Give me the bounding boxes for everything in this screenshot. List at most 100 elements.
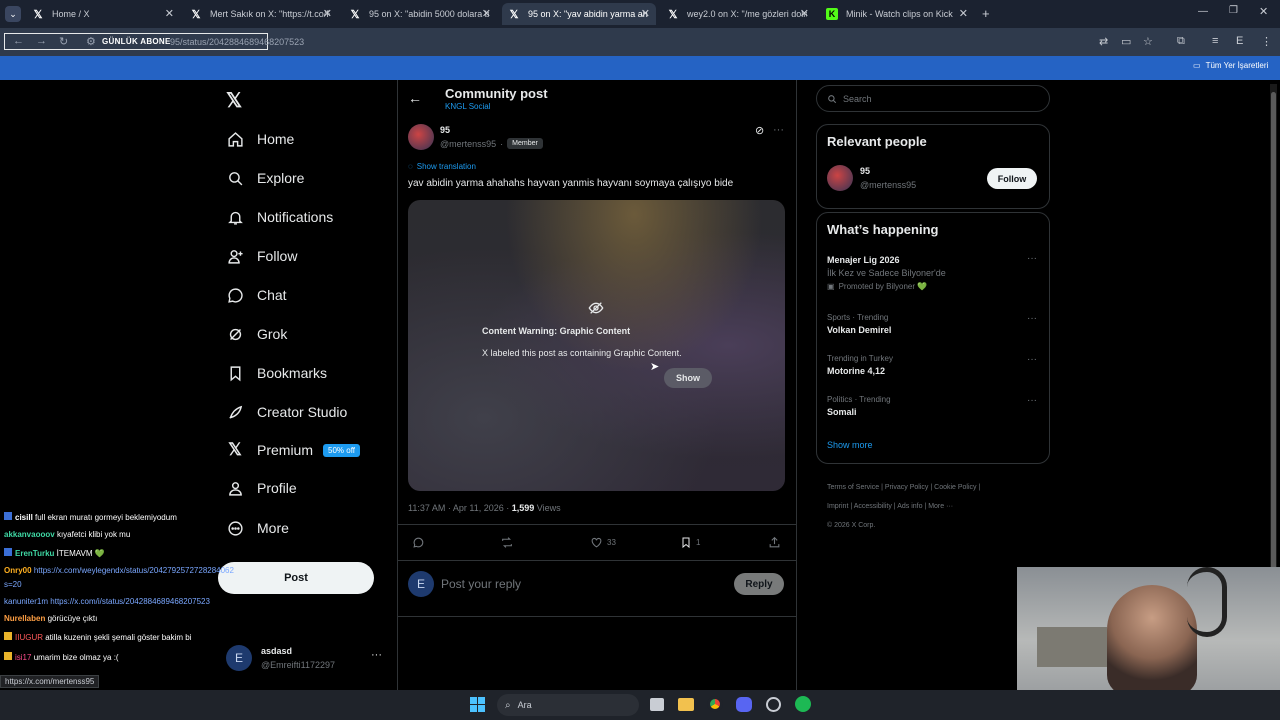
back-icon[interactable]: ← (13, 35, 24, 47)
more-icon[interactable]: ··· (773, 124, 784, 136)
person-name[interactable]: 95 (860, 166, 870, 176)
more-icon[interactable]: ··· (1027, 253, 1037, 264)
all-bookmarks[interactable]: ▭ Tüm Yer İşaretleri (1193, 61, 1268, 70)
footer-link[interactable]: Privacy Policy (885, 484, 929, 491)
more-icon[interactable]: ··· (1027, 313, 1037, 324)
close-icon[interactable]: ✕ (165, 7, 174, 20)
author-name[interactable]: 95 (440, 125, 450, 135)
reply-input[interactable]: Post your reply (441, 577, 521, 591)
back-arrow-icon[interactable]: ← (408, 90, 422, 106)
trend-item[interactable]: Trending in Turkey Motorine 4,12 (827, 354, 893, 376)
tab-search-button[interactable]: ⌄ (5, 6, 21, 22)
url-text[interactable]: 95/status/2042884689468207523 (170, 37, 304, 47)
chat-user: kanuniter1m (4, 597, 49, 606)
chat-message: isi17 umarim bize olmaz ya :( (4, 652, 119, 662)
section-title: What’s happening (827, 222, 939, 237)
spotify-icon[interactable] (795, 696, 811, 712)
browser-tab[interactable]: 𝕏 Mert Sakık on X: "https://t.co/R ✕ (184, 3, 338, 25)
reload-icon[interactable]: ↻ (59, 35, 68, 48)
forward-icon[interactable]: → (36, 35, 47, 47)
nav-profile[interactable]: Profile (226, 476, 297, 500)
new-tab-icon[interactable]: + (982, 6, 990, 21)
grok-icon[interactable]: ⊘ (755, 124, 764, 137)
trend-item[interactable]: Politics · Trending Somali (827, 395, 891, 417)
more-icon[interactable]: ··· (1027, 395, 1037, 406)
reply-button[interactable]: Reply (734, 573, 784, 595)
browser-tab[interactable]: 𝕏 95 on X: "abidin 5000 dolara ba ✕ (343, 3, 497, 25)
author-handle[interactable]: @mertenss95 (440, 139, 496, 149)
bookmark-action[interactable]: 1 (680, 536, 700, 549)
footer-link[interactable]: Terms of Service (827, 484, 879, 491)
stream-overlay-label: GÜNLÜK ABONE (102, 37, 171, 46)
profile-icon[interactable]: E (1236, 35, 1243, 47)
post-button[interactable]: Post (218, 562, 374, 594)
nav-follow[interactable]: Follow (226, 244, 297, 268)
community-name[interactable]: KNGL Social (445, 102, 491, 111)
nav-more[interactable]: More (226, 516, 289, 540)
like-action[interactable]: 33 (590, 536, 616, 549)
file-explorer-icon[interactable] (678, 698, 694, 711)
maximize-icon[interactable]: ❐ (1229, 5, 1238, 16)
nav-bookmarks[interactable]: Bookmarks (226, 361, 327, 385)
nav-chat[interactable]: Chat (226, 283, 287, 307)
nav-notifications[interactable]: Notifications (226, 205, 333, 229)
show-media-button[interactable]: Show (664, 368, 712, 388)
reply-action[interactable] (412, 536, 425, 554)
close-icon[interactable]: ✕ (482, 7, 491, 20)
task-view-icon[interactable] (650, 698, 664, 711)
more-icon[interactable]: ··· (371, 649, 382, 661)
trend-item[interactable]: Sports · Trending Volkan Demirel (827, 313, 891, 335)
x-logo-icon[interactable]: 𝕏 (226, 88, 242, 113)
trend-title: Menajer Lig 2026 (827, 255, 900, 265)
show-more-link[interactable]: Show more (827, 440, 873, 450)
footer-link[interactable]: Accessibility (854, 503, 892, 510)
browser-tab[interactable]: 𝕏 Home / X ✕ (26, 3, 180, 25)
extensions-icon[interactable]: ⧉ (1177, 35, 1185, 48)
promoted-trend[interactable]: Menajer Lig 2026 İlk Kez ve Sadece Bilyo… (827, 255, 1039, 291)
author-avatar[interactable] (408, 124, 434, 150)
close-icon[interactable]: ✕ (800, 7, 809, 20)
footer-link[interactable]: Cookie Policy (934, 484, 976, 491)
browser-tab[interactable]: K Minik - Watch clips on Kick ✕ (820, 3, 974, 25)
menu-icon[interactable]: ⋮ (1261, 35, 1272, 48)
chat-user: Onry00 (4, 566, 32, 575)
star-icon[interactable]: ☆ (1143, 35, 1153, 48)
close-icon[interactable]: ✕ (323, 7, 332, 20)
nav-explore[interactable]: Explore (226, 166, 304, 190)
more-icon[interactable]: ··· (1027, 354, 1037, 365)
nav-home[interactable]: Home (226, 127, 294, 151)
account-switcher[interactable]: E asdasd @Emreifti1172297 ··· (226, 644, 386, 674)
minimize-icon[interactable]: — (1198, 6, 1208, 17)
window-close-icon[interactable]: ✕ (1259, 5, 1268, 18)
close-icon[interactable]: ✕ (641, 7, 650, 20)
avatar[interactable] (827, 165, 853, 191)
chat-badge-icon (4, 512, 12, 520)
footer-link[interactable]: More ··· (928, 503, 953, 510)
share-action[interactable] (768, 536, 781, 554)
windows-start-icon[interactable] (470, 697, 485, 712)
post-time[interactable]: 11:37 AM · Apr 11, 2026 · (408, 503, 509, 513)
post-media-blurred[interactable] (408, 200, 785, 491)
translate-icon[interactable]: ⇄ (1099, 35, 1108, 48)
browser-tab[interactable]: 𝕏wey2.0 on X: "/me gözleri dolm ✕ (661, 3, 815, 25)
show-translation[interactable]: ◌ Show translation (408, 162, 476, 171)
app-icon[interactable] (766, 697, 781, 712)
nav-premium[interactable]: 𝕏 Premium 50% off (226, 438, 360, 462)
search-input[interactable]: Search (816, 85, 1050, 112)
nav-creator-studio[interactable]: Creator Studio (226, 400, 347, 424)
nav-grok[interactable]: Grok (226, 322, 287, 346)
discord-icon[interactable] (736, 697, 752, 712)
chrome-icon[interactable] (707, 696, 723, 712)
repost-action[interactable] (500, 536, 514, 554)
footer-link[interactable]: Ads info (897, 503, 922, 510)
cast-icon[interactable]: ▭ (1121, 35, 1131, 48)
chat-user: cisill (15, 513, 33, 522)
taskbar-search[interactable]: ⌕ Ara (497, 694, 639, 716)
browser-tab-active[interactable]: 𝕏 95 on X: "yav abidin yarma aha ✕ (502, 3, 656, 25)
footer-link[interactable]: Imprint (827, 503, 848, 510)
media-icon[interactable]: ≡ (1212, 35, 1218, 47)
follow-button[interactable]: Follow (987, 168, 1037, 189)
status-url: https://x.com/mertenss95 (0, 675, 100, 688)
site-info-icon[interactable]: ⚙ (86, 35, 96, 48)
close-icon[interactable]: ✕ (959, 7, 968, 20)
